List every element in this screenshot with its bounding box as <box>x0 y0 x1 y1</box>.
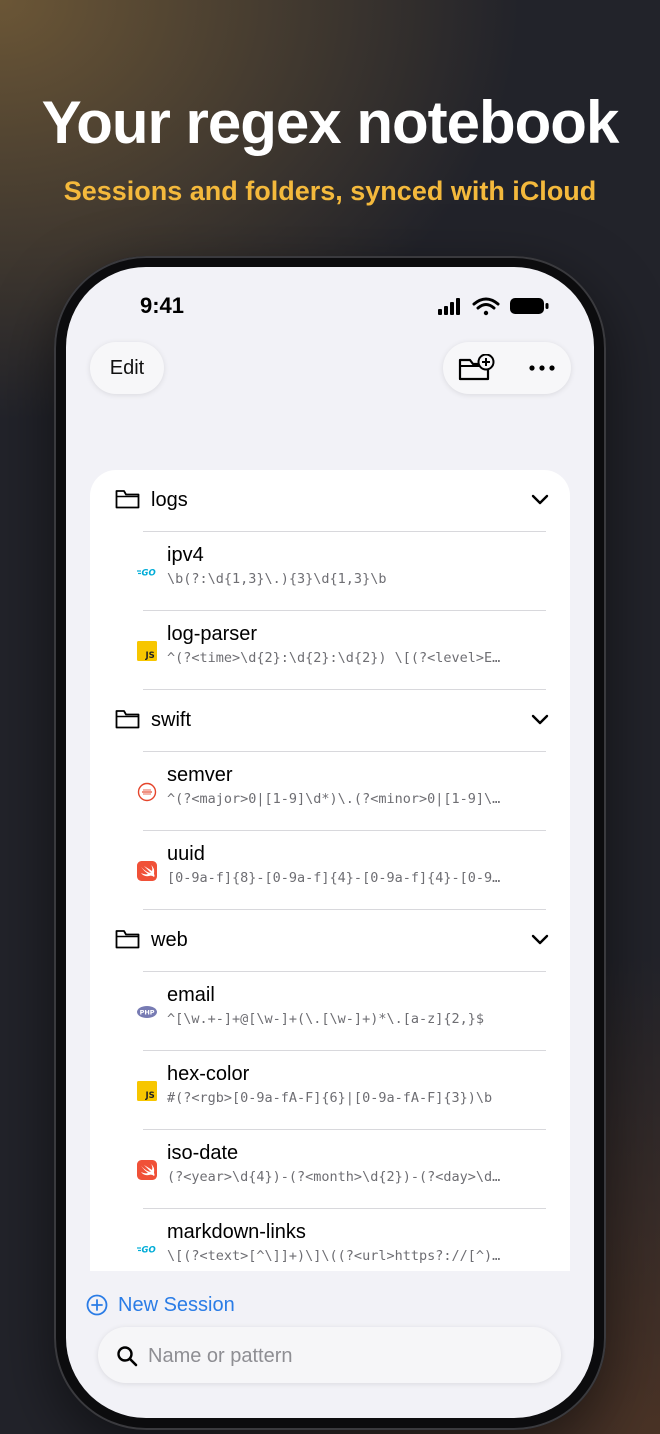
session-row-hex-color[interactable]: JS hex-color #(?<rgb>[0-9a-fA-F]{6}|[0-9… <box>90 1051 570 1129</box>
new-session-button[interactable]: New Session <box>86 1292 235 1318</box>
session-name: uuid <box>167 843 205 865</box>
session-row-ipv4[interactable]: GO ipv4 \b(?:\d{1,3}\.){3}\d{1,3}\b <box>90 532 570 610</box>
chevron-down-icon[interactable] <box>531 932 549 946</box>
folder-row-logs[interactable]: logs <box>90 470 570 531</box>
session-row-markdown-links[interactable]: GO markdown-links \[(?<text>[^\]]+)\]\((… <box>90 1209 570 1271</box>
session-pattern: \[(?<text>[^\]]+)\]\((?<url>https?://[^)… <box>167 1248 501 1264</box>
scala-logo-icon <box>137 782 157 802</box>
status-time: 9:41 <box>140 293 185 318</box>
session-name: iso-date <box>167 1142 239 1164</box>
new-folder-icon[interactable] <box>457 354 495 382</box>
cellular-signal-icon <box>438 298 460 315</box>
session-name: hex-color <box>167 1063 250 1085</box>
app-screen: 9:41 Edit logs GO ipv4 \b(?:\d{1,3}\.){3… <box>66 267 594 1418</box>
session-name: markdown-links <box>167 1221 306 1243</box>
session-pattern: #(?<rgb>[0-9a-fA-F]{6}|[0-9a-fA-F]{3})\b <box>167 1090 493 1106</box>
swift-logo-icon <box>137 1160 157 1180</box>
svg-text:JS: JS <box>145 651 155 661</box>
session-name: ipv4 <box>167 544 204 566</box>
session-list: logs GO ipv4 \b(?:\d{1,3}\.){3}\d{1,3}\b… <box>90 470 570 1271</box>
session-pattern: ^[\w.+-]+@[\w-]+(\.[\w-]+)*\.[a-z]{2,}$ <box>167 1011 484 1027</box>
headline: Your regex notebook <box>41 89 620 156</box>
folder-name: web <box>151 929 188 951</box>
session-pattern: ^(?<time>\d{2}:\d{2}:\d{2}) \[(?<level>E… <box>167 650 501 666</box>
battery-icon <box>510 298 549 314</box>
go-logo-icon: GO <box>137 1246 156 1256</box>
php-logo-icon: PHP <box>137 1006 157 1018</box>
search-input[interactable] <box>146 1339 540 1373</box>
session-name: log-parser <box>167 623 258 645</box>
chevron-down-icon[interactable] <box>531 492 549 506</box>
folder-icon <box>115 490 140 509</box>
chevron-down-icon[interactable] <box>531 712 549 726</box>
session-pattern: [0-9a-f]{8}-[0-9a-f]{4}-[0-9a-f]{4}-[0-9… <box>167 870 501 886</box>
js-logo-icon: JS <box>137 641 157 661</box>
session-row-iso-date[interactable]: iso-date (?<year>\d{4})-(?<month>\d{2})-… <box>90 1130 570 1208</box>
folder-icon <box>115 930 140 949</box>
svg-text:GO: GO <box>142 1246 156 1256</box>
svg-text:JS: JS <box>145 1091 155 1101</box>
subheadline: Sessions and folders, synced with iCloud <box>63 176 597 206</box>
folder-name: swift <box>151 709 191 731</box>
folder-name: logs <box>151 489 188 511</box>
search-icon <box>117 1346 138 1367</box>
folder-icon <box>115 710 140 729</box>
toolbar-button-group <box>443 342 571 394</box>
session-pattern: ^(?<major>0|[1-9]\d*)\.(?<minor>0|[1-9]\… <box>167 791 501 807</box>
session-pattern: (?<year>\d{4})-(?<month>\d{2})-(?<day>\d… <box>167 1169 501 1185</box>
session-row-email[interactable]: PHP email ^[\w.+-]+@[\w-]+(\.[\w-]+)*\.[… <box>90 972 570 1050</box>
svg-text:GO: GO <box>142 569 156 579</box>
session-row-log-parser[interactable]: JS log-parser ^(?<time>\d{2}:\d{2}:\d{2}… <box>90 611 570 689</box>
go-logo-icon: GO <box>137 569 156 579</box>
plus-circle-icon <box>86 1294 108 1316</box>
session-row-semver[interactable]: semver ^(?<major>0|[1-9]\d*)\.(?<minor>0… <box>90 752 570 830</box>
session-name: semver <box>167 764 233 786</box>
svg-text:PHP: PHP <box>140 1009 155 1017</box>
edit-button[interactable]: Edit <box>90 342 164 394</box>
session-row-uuid[interactable]: uuid [0-9a-f]{8}-[0-9a-f]{4}-[0-9a-f]{4}… <box>90 831 570 909</box>
folder-row-web[interactable]: web <box>90 910 570 971</box>
folder-row-swift[interactable]: swift <box>90 690 570 751</box>
session-pattern: \b(?:\d{1,3}\.){3}\d{1,3}\b <box>167 571 387 587</box>
new-session-label: New Session <box>118 1293 235 1316</box>
status-icons <box>438 297 549 316</box>
swift-logo-icon <box>137 861 157 881</box>
session-name: email <box>167 984 215 1006</box>
wifi-icon <box>472 297 500 316</box>
js-logo-icon: JS <box>137 1081 157 1101</box>
more-options-icon[interactable] <box>527 356 557 380</box>
search-bar <box>98 1327 561 1383</box>
